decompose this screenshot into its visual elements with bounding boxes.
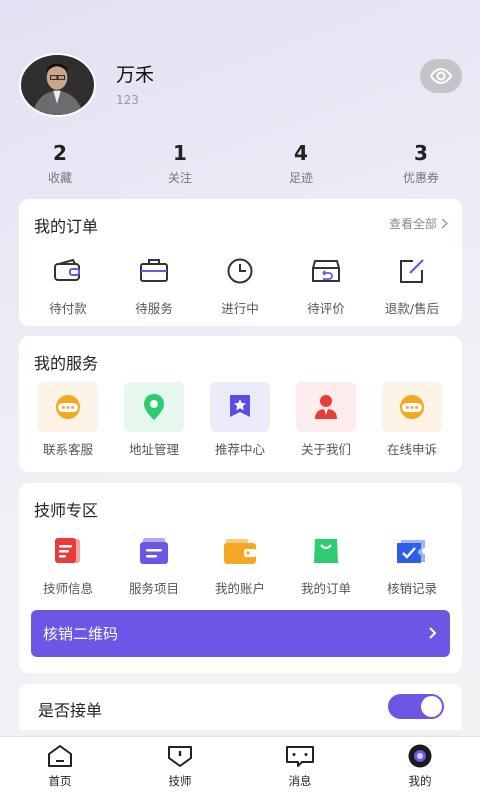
star-badge-icon <box>210 382 270 432</box>
user-id: 123 <box>116 93 139 107</box>
stat-favorites[interactable]: 2 收藏 <box>15 140 105 186</box>
tech-label: 技师信息 <box>42 581 93 596</box>
technician-title: 技师专区 <box>34 501 99 520</box>
eye-icon <box>429 67 453 85</box>
tab-home[interactable]: 首页 <box>20 743 100 789</box>
tech-service-items[interactable]: 服务项目 <box>111 531 197 597</box>
service-address[interactable]: 地址管理 <box>111 382 197 458</box>
services-title: 我的服务 <box>34 354 99 373</box>
bottom-tab-bar: 首页 技师 消息 我的 <box>0 736 480 800</box>
service-label: 地址管理 <box>128 442 179 457</box>
service-contact-support[interactable]: 联系客服 <box>25 382 111 458</box>
order-refund[interactable]: 退款/售后 <box>369 251 455 317</box>
tab-label: 消息 <box>288 774 312 788</box>
order-in-progress[interactable]: 进行中 <box>197 251 283 317</box>
tech-info[interactable]: 技师信息 <box>25 531 111 597</box>
tech-label: 服务项目 <box>128 581 179 596</box>
list-icon <box>134 531 174 571</box>
service-label: 关于我们 <box>300 442 351 457</box>
view-all-orders-link[interactable]: 查看全部 <box>389 215 448 232</box>
accept-orders-row: 是否接单 <box>19 684 462 730</box>
order-pending-payment[interactable]: 待付款 <box>25 251 111 317</box>
headset-icon <box>38 382 98 432</box>
tech-my-account[interactable]: 我的账户 <box>197 531 283 597</box>
stat-value: 3 <box>414 141 428 165</box>
tech-label: 我的账户 <box>214 581 265 596</box>
stat-label: 足迹 <box>288 171 313 185</box>
profile-header: 万禾 123 <box>0 0 480 130</box>
technician-icon <box>165 743 195 769</box>
user-name: 万禾 <box>116 64 155 86</box>
wallet-icon <box>48 251 88 291</box>
location-pin-icon <box>124 382 184 432</box>
order-pending-service[interactable]: 待服务 <box>111 251 197 317</box>
qr-button-label: 核销二维码 <box>43 625 119 643</box>
order-label: 退款/售后 <box>384 301 440 316</box>
service-referral[interactable]: 推荐中心 <box>197 382 283 458</box>
message-icon <box>285 743 315 769</box>
avatar[interactable] <box>19 53 96 117</box>
stat-value: 1 <box>173 141 187 165</box>
tab-label: 首页 <box>48 774 72 788</box>
accept-orders-toggle[interactable] <box>388 694 444 719</box>
stat-value: 2 <box>53 141 67 165</box>
tab-label: 我的 <box>408 774 432 788</box>
tech-label: 核销记录 <box>386 581 437 596</box>
order-label: 进行中 <box>221 301 259 316</box>
order-label: 待服务 <box>135 301 173 316</box>
visibility-toggle-button[interactable] <box>420 59 462 93</box>
service-about-us[interactable]: 关于我们 <box>283 382 369 458</box>
person-icon <box>296 382 356 432</box>
stat-value: 4 <box>294 141 308 165</box>
stat-label: 收藏 <box>47 171 72 185</box>
tech-redemption-records[interactable]: 核销记录 <box>369 531 455 597</box>
order-label: 待付款 <box>49 301 87 316</box>
stat-label: 优惠券 <box>402 171 439 185</box>
tab-messages[interactable]: 消息 <box>260 743 340 789</box>
tab-technician[interactable]: 技师 <box>140 743 220 789</box>
shopping-bag-icon <box>306 531 346 571</box>
edit-icon <box>392 251 432 291</box>
stat-coupons[interactable]: 3 优惠券 <box>376 140 466 186</box>
toggle-knob <box>421 696 442 717</box>
tech-label: 我的订单 <box>300 581 351 596</box>
stats-row: 2 收藏 1 关注 4 足迹 3 优惠券 <box>0 140 480 190</box>
service-label: 联系客服 <box>42 442 93 457</box>
order-pending-review[interactable]: 待评价 <box>283 251 369 317</box>
document-icon <box>48 531 88 571</box>
technician-card: 技师专区 技师信息 服务项目 我的账户 我的订单 核销记录 核销二维码 <box>19 483 462 673</box>
briefcase-icon <box>134 251 174 291</box>
stat-label: 关注 <box>167 171 192 185</box>
return-box-icon <box>306 251 346 291</box>
stat-footprints[interactable]: 4 足迹 <box>256 140 346 186</box>
services-card: 我的服务 联系客服 地址管理 推荐中心 关于我们 在线申诉 <box>19 336 462 472</box>
home-icon <box>45 743 75 769</box>
tab-label: 技师 <box>168 774 192 788</box>
redeem-qr-code-button[interactable]: 核销二维码 <box>31 610 450 657</box>
orders-card: 我的订单 查看全部 待付款 待服务 进行中 待评价 退款/售后 <box>19 199 462 326</box>
service-label: 在线申诉 <box>386 442 437 457</box>
accept-orders-label: 是否接单 <box>38 701 103 720</box>
tab-profile[interactable]: 我的 <box>380 743 460 789</box>
chevron-right-icon <box>441 218 448 229</box>
wallet-icon <box>220 531 260 571</box>
service-online-appeal[interactable]: 在线申诉 <box>369 382 455 458</box>
order-label: 待评价 <box>307 301 345 316</box>
view-all-label: 查看全部 <box>388 217 437 231</box>
clock-icon <box>220 251 260 291</box>
service-label: 推荐中心 <box>214 442 265 457</box>
stat-following[interactable]: 1 关注 <box>135 140 225 186</box>
orders-title: 我的订单 <box>34 217 99 236</box>
chevron-right-icon <box>429 627 437 639</box>
headset-icon <box>382 382 442 432</box>
profile-icon <box>405 743 435 769</box>
tech-my-orders[interactable]: 我的订单 <box>283 531 369 597</box>
ticket-check-icon <box>392 531 432 571</box>
